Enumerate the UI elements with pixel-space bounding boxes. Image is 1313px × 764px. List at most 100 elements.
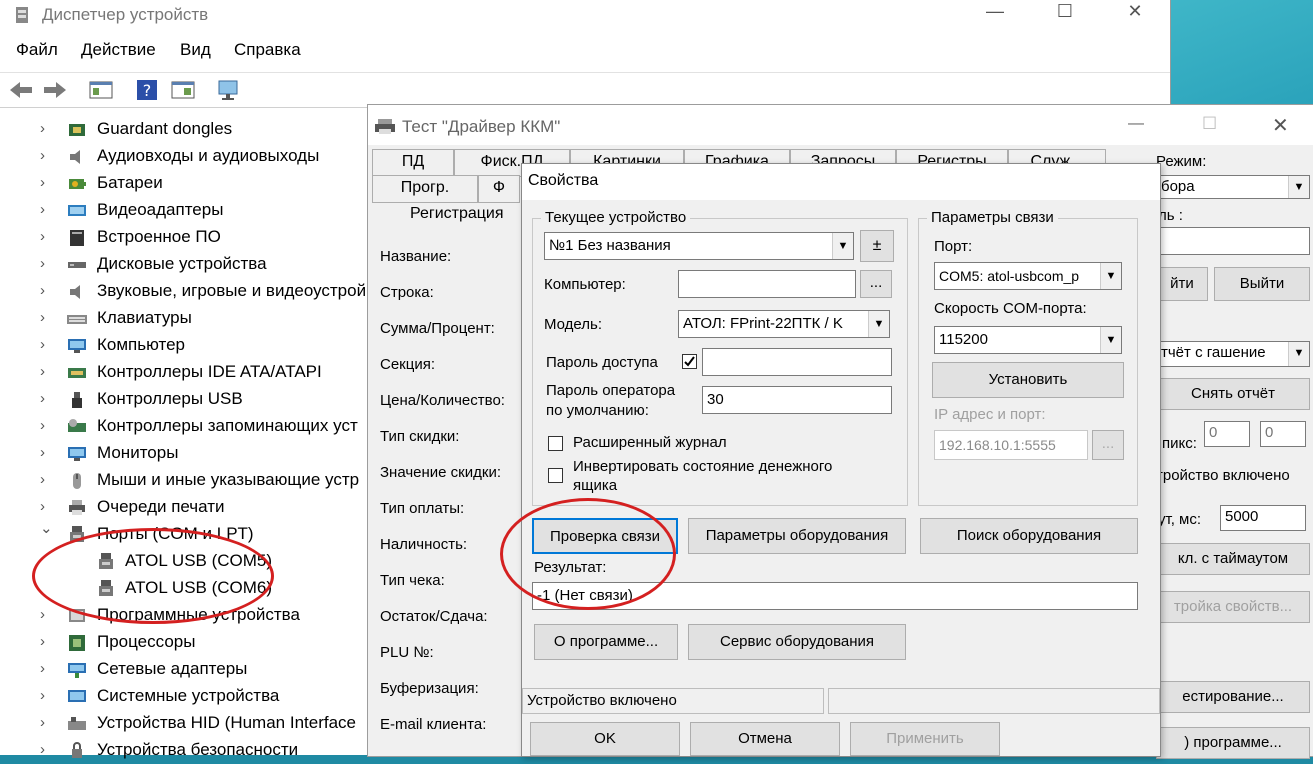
equipment-params-button[interactable]: Параметры оборудования (688, 518, 906, 554)
tree-item[interactable]: › Батареи (0, 170, 368, 197)
menu-action[interactable]: Действие (81, 40, 156, 60)
chevron-right-icon[interactable]: › (40, 363, 45, 380)
close-button[interactable]: ✕ (1112, 0, 1158, 26)
properties-view-icon[interactable] (88, 79, 114, 101)
device-on-checkbox-label[interactable]: тройство включено (1156, 467, 1290, 484)
chevron-right-icon[interactable]: › (40, 282, 45, 299)
tree-item[interactable]: › Процессоры (0, 629, 368, 656)
tree-item[interactable]: › Звуковые, игровые и видеоустрой (0, 278, 368, 305)
access-password-checkbox[interactable] (682, 354, 697, 369)
search-equipment-button[interactable]: Поиск оборудования (920, 518, 1138, 554)
invert-drawer-checkbox[interactable] (548, 468, 563, 483)
chevron-right-icon[interactable]: › (40, 228, 45, 245)
remove-report-button[interactable]: Снять отчёт (1156, 378, 1310, 410)
tree-item[interactable]: › Компьютер (0, 332, 368, 359)
chevron-right-icon[interactable]: › (40, 660, 45, 677)
equipment-service-button[interactable]: Сервис оборудования (688, 624, 906, 660)
port-select[interactable]: COM5: atol-usbcom_p ▼ (934, 262, 1122, 290)
tree-item[interactable]: › Очереди печати (0, 494, 368, 521)
access-password-input[interactable] (702, 348, 892, 376)
tree-item[interactable]: › Сетевые адаптеры (0, 656, 368, 683)
tree-item[interactable]: › Guardant dongles (0, 116, 368, 143)
about-button[interactable]: ) программе... (1156, 727, 1310, 759)
report-select[interactable]: тчёт с гашение ▼ (1156, 341, 1310, 367)
console-view-icon[interactable] (170, 79, 196, 101)
tree-item[interactable]: › Системные устройства (0, 683, 368, 710)
about-program-button[interactable]: О программе... (534, 624, 678, 660)
menu-file[interactable]: Файл (16, 40, 58, 60)
pixels-input-1[interactable]: 0 (1204, 421, 1250, 447)
chevron-right-icon[interactable]: › (40, 255, 45, 272)
menu-help[interactable]: Справка (234, 40, 301, 60)
svg-text:?: ? (143, 81, 152, 100)
minimize-button[interactable]: — (972, 0, 1018, 26)
tree-item[interactable]: › Устройства безопасности (0, 737, 368, 764)
timeout-button[interactable]: кл. с таймаутом (1156, 543, 1310, 575)
ok-button[interactable]: OK (530, 722, 680, 756)
testing-button[interactable]: естирование... (1156, 681, 1310, 713)
ip-browse-button[interactable]: ... (1092, 430, 1124, 460)
device-select[interactable]: №1 Без названия ▼ (544, 232, 854, 260)
forward-arrow-icon[interactable] (42, 79, 68, 101)
subtab-registration[interactable]: Регистрация (410, 205, 504, 223)
tree-item[interactable]: › Клавиатуры (0, 305, 368, 332)
minimize-button[interactable]: — (1128, 115, 1144, 133)
menu-view[interactable]: Вид (180, 40, 211, 60)
invert-drawer-label-2: ящика (573, 477, 618, 494)
tree-item[interactable]: › Мыши и иные указывающие устр (0, 467, 368, 494)
properties-setup-button[interactable]: тройка свойств... (1156, 591, 1310, 623)
chevron-right-icon[interactable]: › (40, 687, 45, 704)
computer-browse-button[interactable]: ... (860, 270, 892, 298)
tree-item[interactable]: › Устройства HID (Human Interface (0, 710, 368, 737)
cancel-button[interactable]: Отмена (690, 722, 840, 756)
plus-minus-button[interactable]: ± (860, 230, 894, 262)
tree-item[interactable]: › Мониторы (0, 440, 368, 467)
set-button[interactable]: Установить (932, 362, 1124, 398)
operator-password-input[interactable]: 30 (702, 386, 892, 414)
chevron-right-icon[interactable]: › (40, 498, 45, 515)
scan-hardware-icon[interactable] (216, 79, 242, 101)
tab-f[interactable]: Ф (478, 175, 520, 203)
chevron-right-icon[interactable]: › (40, 120, 45, 137)
chevron-right-icon[interactable]: › (40, 309, 45, 326)
close-button[interactable]: ✕ (1272, 113, 1289, 138)
com-speed-select[interactable]: 115200 ▼ (934, 326, 1122, 354)
chevron-right-icon[interactable]: › (40, 336, 45, 353)
chevron-right-icon[interactable]: › (40, 741, 45, 758)
chevron-right-icon[interactable]: › (40, 471, 45, 488)
tree-item[interactable]: › Видеоадаптеры (0, 197, 368, 224)
tree-item[interactable]: › Встроенное ПО (0, 224, 368, 251)
chevron-right-icon[interactable]: › (40, 444, 45, 461)
mode-select[interactable]: бора ▼ (1156, 175, 1310, 199)
enter-button[interactable]: йти (1156, 267, 1208, 301)
apply-button[interactable]: Применить (850, 722, 1000, 756)
computer-input[interactable] (678, 270, 856, 298)
chevron-right-icon[interactable]: › (40, 417, 45, 434)
tree-item[interactable]: › Аудиовходы и аудиовыходы (0, 143, 368, 170)
maximize-button[interactable]: ☐ (1042, 0, 1088, 26)
exit-button[interactable]: Выйти (1214, 267, 1310, 301)
chevron-down-icon[interactable]: ⌄ (40, 519, 53, 537)
tab-progr[interactable]: Прогр. (372, 175, 478, 203)
back-arrow-icon[interactable] (8, 79, 34, 101)
tab-pd[interactable]: ПД (372, 149, 454, 177)
tree-item[interactable]: › Контроллеры IDE ATA/ATAPI (0, 359, 368, 386)
pixels-input-2[interactable]: 0 (1260, 421, 1306, 447)
chevron-right-icon[interactable]: › (40, 714, 45, 731)
maximize-button[interactable]: ☐ (1202, 114, 1217, 134)
chevron-right-icon[interactable]: › (40, 390, 45, 407)
tree-item[interactable]: › Контроллеры USB (0, 386, 368, 413)
chevron-right-icon[interactable]: › (40, 201, 45, 218)
chevron-right-icon[interactable]: › (40, 147, 45, 164)
ip-input[interactable]: 192.168.10.1:5555 (934, 430, 1088, 460)
chevron-right-icon[interactable]: › (40, 633, 45, 650)
chevron-right-icon[interactable]: › (40, 174, 45, 191)
tree-item[interactable]: › Контроллеры запоминающих уст (0, 413, 368, 440)
chevron-right-icon[interactable]: › (40, 606, 45, 623)
model-select[interactable]: АТОЛ: FPrint-22ПТК / K ▼ (678, 310, 890, 338)
tree-item[interactable]: › Дисковые устройства (0, 251, 368, 278)
timeout-input[interactable]: 5000 (1220, 505, 1306, 531)
extended-log-checkbox[interactable] (548, 436, 563, 451)
help-icon[interactable]: ? (136, 79, 158, 101)
password-input[interactable] (1156, 227, 1310, 255)
